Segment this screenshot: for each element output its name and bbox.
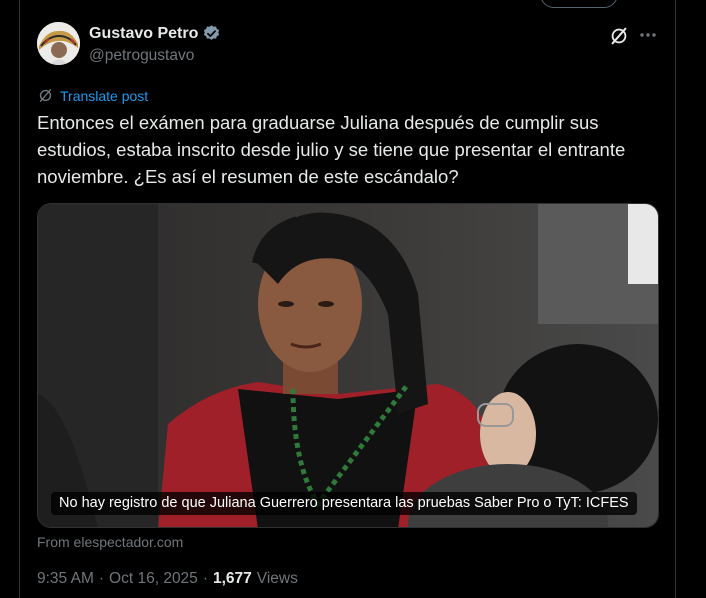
views-count: 1,677 xyxy=(212,570,252,587)
media-caption[interactable]: No hay registro de que Juliana Guerrero … xyxy=(51,492,637,515)
top-button-edge[interactable] xyxy=(540,0,618,8)
link-source[interactable]: From elespectador.com xyxy=(37,534,183,550)
translate-icon xyxy=(39,89,52,102)
link-card-media[interactable]: No hay registro de que Juliana Guerrero … xyxy=(37,203,659,528)
author-row: Gustavo Petro xyxy=(89,24,221,43)
post-meta: 9:35 AM · Oct 16, 2025 · 1,677 Views xyxy=(37,570,298,588)
avatar-image xyxy=(37,22,80,65)
avatar[interactable] xyxy=(37,22,80,65)
more-icon[interactable] xyxy=(638,30,658,40)
author-handle[interactable]: @petrogustavo xyxy=(89,47,194,65)
meta-separator: · xyxy=(98,570,105,587)
post-text: Entonces el exámen para graduarse Julian… xyxy=(37,112,626,187)
translate-post-link[interactable]: Translate post xyxy=(37,87,148,104)
views-label: Views xyxy=(256,570,298,587)
news-photo xyxy=(38,204,658,527)
grok-icon[interactable] xyxy=(608,25,630,47)
translate-label[interactable]: Translate post xyxy=(60,88,148,104)
post-time[interactable]: 9:35 AM xyxy=(37,570,94,588)
verified-badge-icon[interactable] xyxy=(202,24,221,43)
author-name[interactable]: Gustavo Petro xyxy=(89,25,198,43)
meta-separator-2: · xyxy=(202,570,208,587)
post-date[interactable]: Oct 16, 2025 xyxy=(109,570,198,588)
